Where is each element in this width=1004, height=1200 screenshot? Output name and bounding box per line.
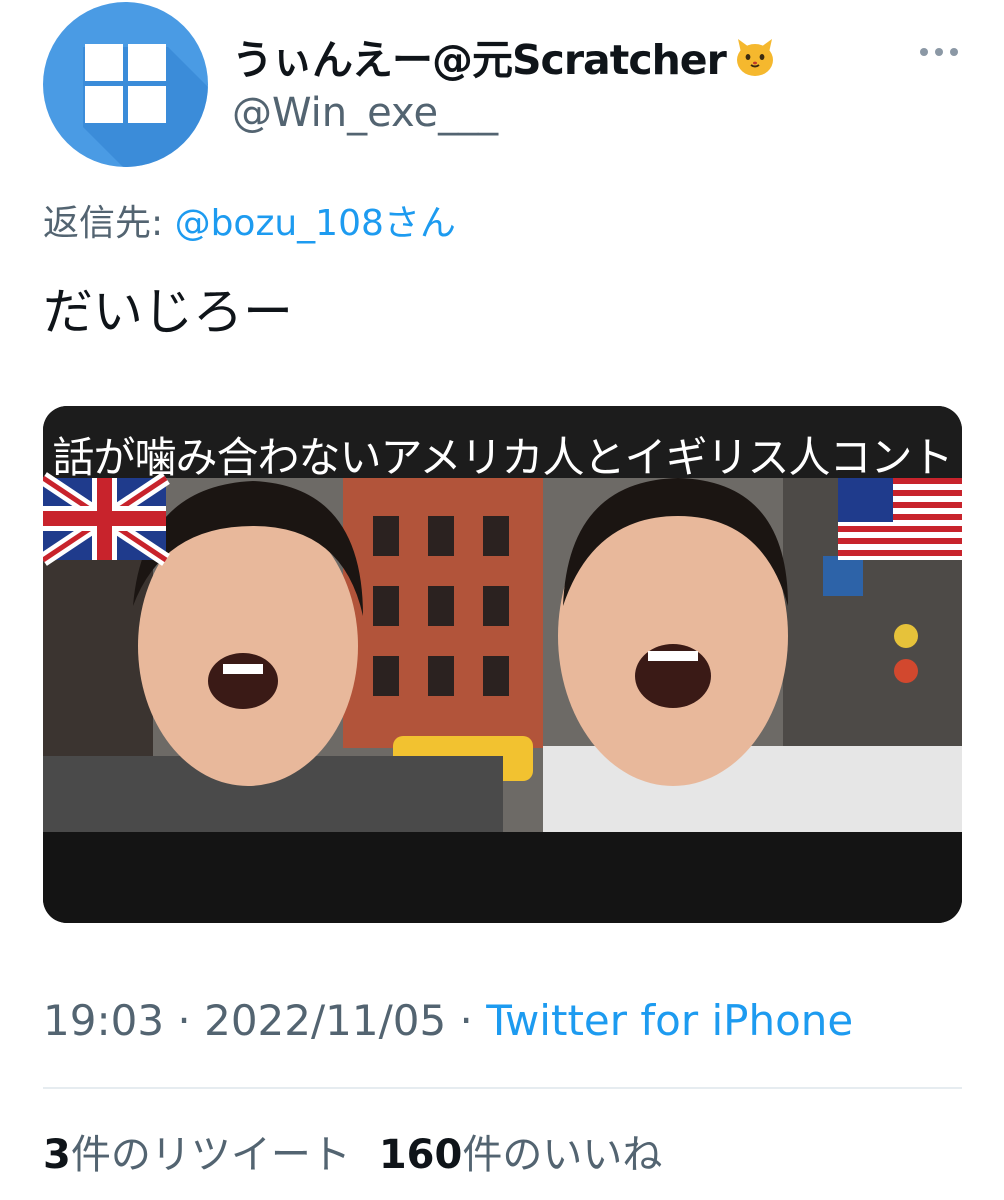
separator: ·: [446, 996, 487, 1045]
tweet-stats: 3件のリツイート 160件のいいね: [43, 1122, 662, 1180]
like-label: 件のいいね: [462, 1132, 663, 1178]
tweet-text: だいじろー: [43, 283, 293, 341]
media-thumbnail[interactable]: 話が噛み合わないアメリカ人とイギリス人コント: [43, 406, 962, 923]
more-options-icon[interactable]: [918, 45, 960, 59]
retweet-count: 3: [43, 1132, 71, 1178]
reply-prefix: 返信先:: [43, 203, 175, 244]
like-count: 160: [378, 1132, 463, 1178]
like-stat[interactable]: 160件のいいね: [379, 1132, 663, 1178]
retweet-label: 件のリツイート: [70, 1132, 351, 1178]
avatar[interactable]: [43, 2, 208, 167]
display-name-text: うぃんえー@元Scratcher: [232, 36, 727, 84]
divider: [43, 1087, 962, 1089]
tweet-source-link[interactable]: Twitter for iPhone: [486, 996, 853, 1045]
us-flag-icon: [838, 478, 962, 560]
windows-logo-icon: [83, 44, 208, 167]
reply-to-line: 返信先: @bozu_108さん: [43, 194, 456, 246]
uk-flag-icon: [43, 472, 170, 566]
cat-face-icon: [736, 39, 773, 76]
retweet-stat[interactable]: 3件のリツイート: [43, 1132, 351, 1178]
tweet-timestamp: 19:03 · 2022/11/05 · Twitter for iPhone: [43, 996, 853, 1045]
tweet-date[interactable]: 2022/11/05: [204, 996, 446, 1045]
reply-mention-link[interactable]: @bozu_108さん: [175, 203, 456, 244]
tweet-time[interactable]: 19:03: [43, 996, 164, 1045]
media-caption: 話が噛み合わないアメリカ人とイギリス人コント: [52, 433, 954, 482]
user-handle[interactable]: @Win_exe___: [232, 90, 498, 136]
separator: ·: [164, 996, 205, 1045]
display-name[interactable]: うぃんえー@元Scratcher: [232, 26, 778, 86]
